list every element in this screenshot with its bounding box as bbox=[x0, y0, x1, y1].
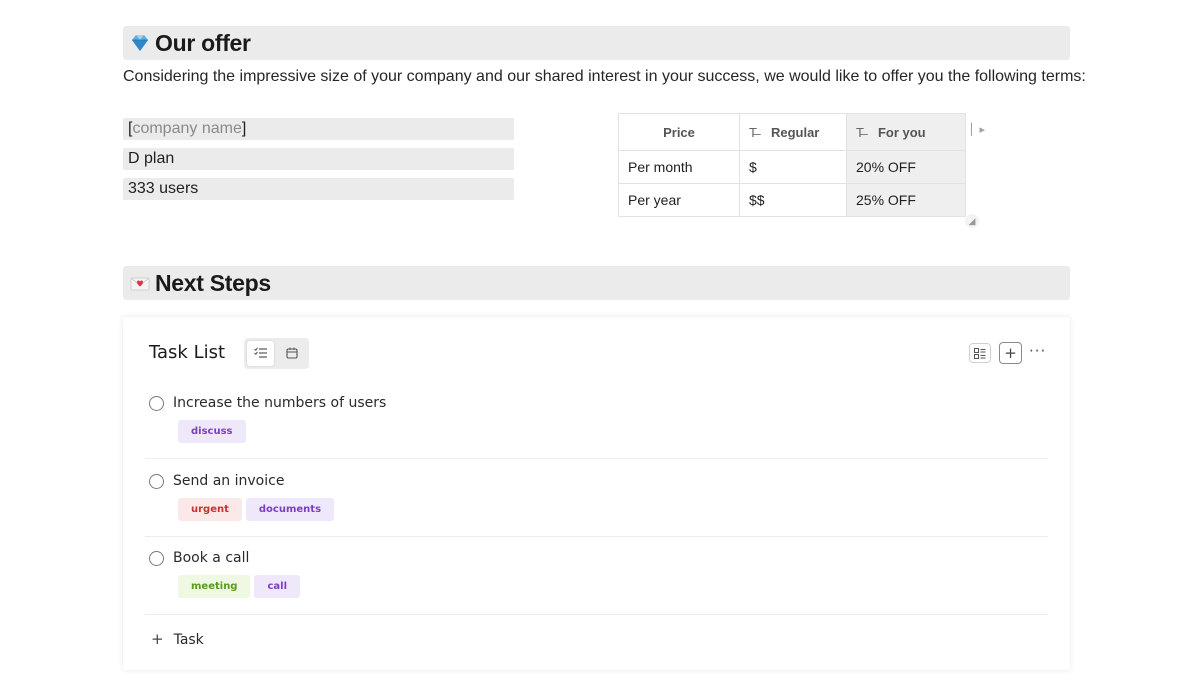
view-switcher bbox=[244, 338, 309, 369]
add-task-label: Task bbox=[173, 632, 204, 648]
users-field[interactable]: 333 users bbox=[123, 178, 514, 200]
task-checkbox[interactable] bbox=[149, 551, 164, 566]
calendar-view-button[interactable] bbox=[278, 341, 305, 366]
more-options-button[interactable]: ··· bbox=[1029, 342, 1046, 360]
header-for-you-label: For you bbox=[877, 124, 926, 140]
plus-icon: + bbox=[151, 630, 164, 648]
next-steps-heading: Next Steps bbox=[123, 266, 1070, 300]
task-divider bbox=[145, 536, 1048, 537]
text-type-icon: T̶ bbox=[749, 124, 757, 140]
task-checkbox[interactable] bbox=[149, 474, 164, 489]
header-regular-label: Regular bbox=[770, 124, 820, 140]
header-regular[interactable]: T̶ Regular bbox=[739, 113, 847, 151]
table-cell[interactable]: Per month bbox=[618, 150, 740, 184]
header-price-label: Price bbox=[663, 124, 695, 140]
task-tags: urgent documents bbox=[178, 498, 335, 521]
task-tags: discuss bbox=[178, 420, 246, 443]
text-type-icon: T̶ bbox=[856, 124, 864, 140]
task-list-card: Task List + ··· Increase the numbers of … bbox=[123, 317, 1070, 670]
task-title[interactable]: Increase the numbers of users bbox=[173, 395, 386, 411]
company-name-field[interactable]: [company name] bbox=[123, 118, 514, 140]
table-cell[interactable]: 25% OFF bbox=[846, 183, 966, 217]
table-cell[interactable]: 20% OFF bbox=[846, 150, 966, 184]
task-title[interactable]: Send an invoice bbox=[173, 473, 284, 489]
next-steps-title: Next Steps bbox=[155, 269, 271, 296]
bracket-close: ] bbox=[241, 120, 247, 137]
task-title[interactable]: Book a call bbox=[173, 550, 249, 566]
list-view-icon bbox=[253, 347, 267, 358]
pricing-header-row: Price T̶ Regular T̶ For you bbox=[618, 113, 966, 151]
tag-documents[interactable]: documents bbox=[245, 498, 335, 521]
header-price[interactable]: Price bbox=[618, 113, 740, 151]
gem-icon bbox=[132, 35, 148, 51]
table-resize-icon[interactable]: ◢ bbox=[965, 214, 979, 228]
add-task-button[interactable]: + bbox=[999, 342, 1022, 364]
tag-discuss[interactable]: discuss bbox=[178, 420, 246, 443]
table-cell[interactable]: Per year bbox=[618, 183, 740, 217]
pricing-table: Price T̶ Regular T̶ For you Per month $ 20… bbox=[618, 113, 966, 217]
tag-call[interactable]: call bbox=[254, 575, 301, 598]
pricing-row: Per year $$ 25% OFF bbox=[618, 183, 966, 217]
table-cell[interactable]: $$ bbox=[739, 183, 847, 217]
task-tags: meeting call bbox=[178, 575, 301, 598]
plan-field[interactable]: D plan bbox=[123, 148, 514, 170]
board-view-icon bbox=[974, 348, 986, 359]
tag-urgent[interactable]: urgent bbox=[178, 498, 242, 521]
header-for-you[interactable]: T̶ For you bbox=[846, 113, 966, 151]
table-cell[interactable]: $ bbox=[739, 150, 847, 184]
task-checkbox[interactable] bbox=[149, 396, 164, 411]
pricing-row: Per month $ 20% OFF bbox=[618, 150, 966, 184]
board-view-button[interactable] bbox=[969, 343, 991, 363]
task-divider bbox=[145, 458, 1048, 459]
more-icon: ··· bbox=[1029, 342, 1047, 360]
task-divider bbox=[145, 614, 1048, 615]
calendar-view-icon bbox=[285, 347, 298, 359]
offer-heading: Our offer bbox=[123, 26, 1070, 60]
list-view-button[interactable] bbox=[247, 341, 274, 366]
company-name-placeholder: company name bbox=[132, 120, 242, 137]
offer-title: Our offer bbox=[155, 29, 251, 56]
tag-meeting[interactable]: meeting bbox=[178, 575, 251, 598]
offer-intro-text: Considering the impressive size of your … bbox=[123, 68, 1086, 85]
add-icon: + bbox=[1004, 344, 1017, 362]
task-list-title: Task List bbox=[149, 342, 226, 363]
add-column-handle-icon[interactable]: ▏▸ bbox=[971, 123, 985, 136]
add-task-row[interactable]: + Task bbox=[151, 630, 204, 648]
love-letter-icon bbox=[130, 277, 150, 291]
